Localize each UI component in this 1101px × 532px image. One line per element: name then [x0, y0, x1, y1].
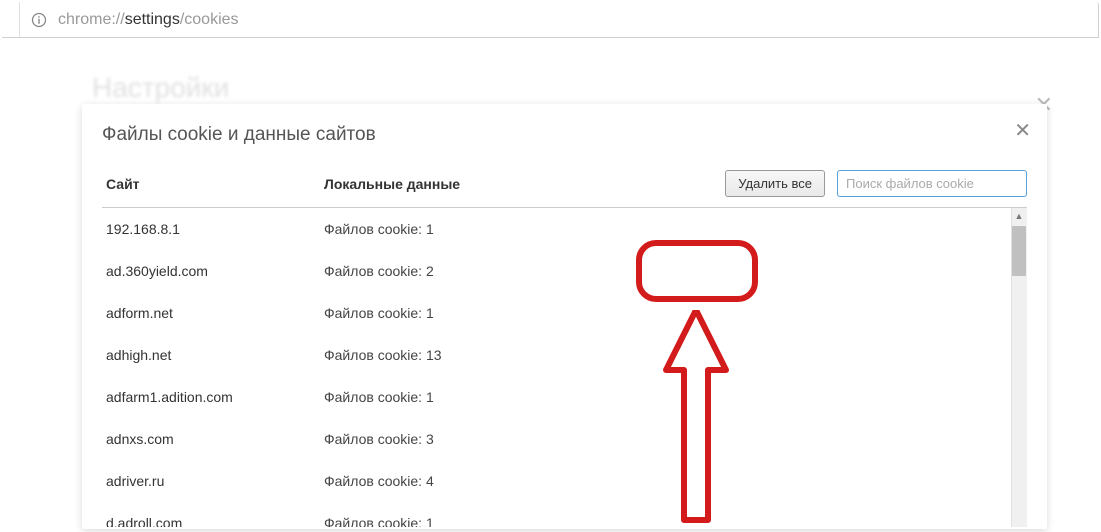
- scroll-up-icon[interactable]: ▲: [1011, 208, 1027, 224]
- url-scheme: chrome://: [58, 11, 125, 28]
- cell-data: Файлов cookie: 1: [324, 221, 1023, 237]
- table-row[interactable]: adhigh.netФайлов cookie: 13: [102, 334, 1027, 376]
- close-button[interactable]: ✕: [1014, 118, 1031, 143]
- cell-data: Файлов cookie: 4: [324, 473, 1023, 489]
- addr-left-spacer: [2, 2, 20, 37]
- table-row[interactable]: d.adroll.comФайлов cookie: 1: [102, 502, 1027, 527]
- table-row[interactable]: adnxs.comФайлов cookie: 3: [102, 418, 1027, 460]
- modal-title: Файлы cookie и данные сайтов: [82, 124, 1047, 156]
- cell-site: 192.168.8.1: [106, 221, 324, 237]
- table-row[interactable]: ad.360yield.comФайлов cookie: 2: [102, 250, 1027, 292]
- cell-site: adfarm1.adition.com: [106, 389, 324, 405]
- info-icon[interactable]: [30, 11, 48, 29]
- table-row[interactable]: 192.168.8.1Файлов cookie: 1: [102, 208, 1027, 250]
- cell-data: Файлов cookie: 1: [324, 389, 1023, 405]
- header-row: Сайт Локальные данные Удалить все: [82, 156, 1047, 207]
- table-row[interactable]: adform.netФайлов cookie: 1: [102, 292, 1027, 334]
- cookies-modal: Файлы cookie и данные сайтов ✕ Сайт Лока…: [82, 104, 1047, 529]
- delete-all-button[interactable]: Удалить все: [725, 170, 825, 197]
- cell-site: adhigh.net: [106, 347, 324, 363]
- cell-site: adriver.ru: [106, 473, 324, 489]
- table-row[interactable]: adriver.ruФайлов cookie: 4: [102, 460, 1027, 502]
- scrollbar[interactable]: ▲: [1011, 208, 1027, 527]
- search-input[interactable]: [837, 170, 1027, 197]
- scroll-thumb[interactable]: [1012, 226, 1026, 276]
- bg-settings-title: Настройки: [92, 72, 229, 104]
- cell-data: Файлов cookie: 3: [324, 431, 1023, 447]
- col-header-site: Сайт: [106, 176, 324, 192]
- cell-data: Файлов cookie: 1: [324, 305, 1023, 321]
- cell-data: Файлов cookie: 1: [324, 515, 1023, 527]
- col-header-data: Локальные данные: [324, 176, 725, 192]
- site-list: 192.168.8.1Файлов cookie: 1ad.360yield.c…: [102, 207, 1027, 527]
- cell-site: ad.360yield.com: [106, 263, 324, 279]
- table-row[interactable]: adfarm1.adition.comФайлов cookie: 1: [102, 376, 1027, 418]
- url-path: /cookies: [180, 11, 239, 28]
- url-text[interactable]: chrome://settings/cookies: [58, 11, 239, 29]
- cell-site: adform.net: [106, 305, 324, 321]
- cell-site: adnxs.com: [106, 431, 324, 447]
- address-bar[interactable]: chrome://settings/cookies: [2, 2, 1099, 38]
- cell-data: Файлов cookie: 13: [324, 347, 1023, 363]
- cell-site: d.adroll.com: [106, 515, 324, 527]
- url-bold: settings: [125, 11, 180, 28]
- cell-data: Файлов cookie: 2: [324, 263, 1023, 279]
